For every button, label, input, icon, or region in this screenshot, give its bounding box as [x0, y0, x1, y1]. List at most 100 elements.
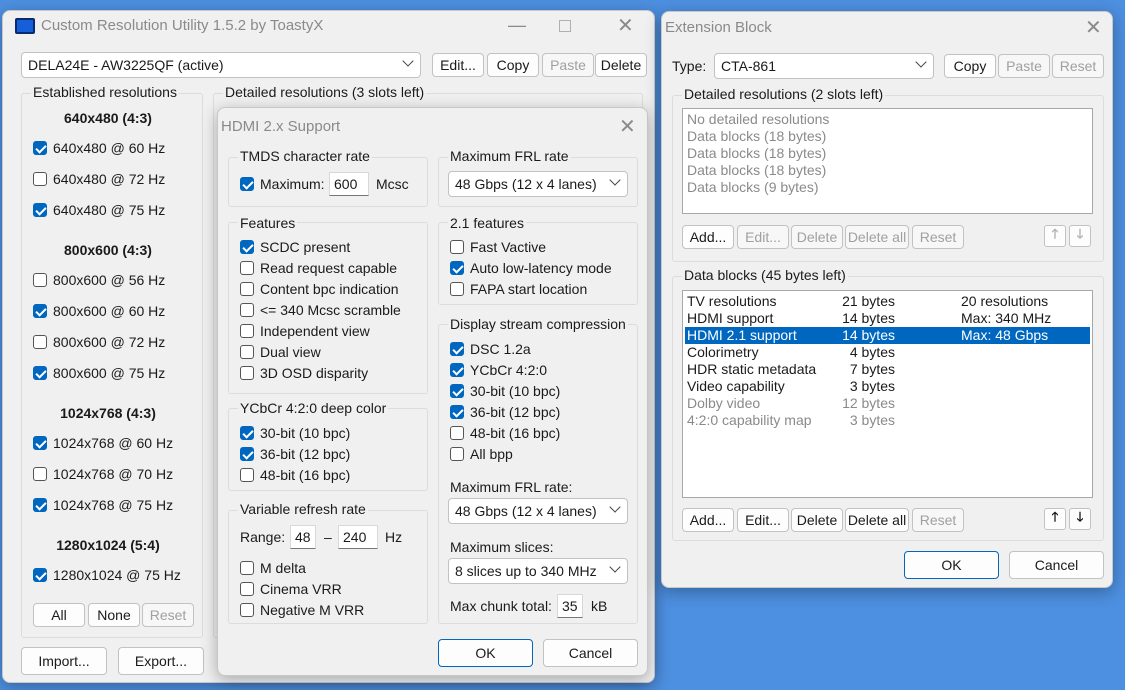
checkbox-box — [240, 561, 254, 575]
edit-button[interactable]: Edit... — [737, 225, 789, 249]
import-button[interactable]: Import... — [21, 647, 107, 675]
table-row[interactable]: Dolby video 12 bytes — [685, 395, 1090, 412]
delete-button[interactable]: Delete — [595, 53, 647, 77]
move-down-icon[interactable]: 🡓 — [1069, 508, 1091, 530]
move-up-icon[interactable]: 🡑 — [1044, 508, 1066, 530]
reset-button[interactable]: Reset — [912, 225, 964, 249]
type-select[interactable]: CTA-861 — [714, 53, 934, 79]
checkbox-box — [33, 335, 47, 349]
table-row[interactable]: HDR static metadata 7 bytes — [685, 361, 1090, 378]
data-blocks-list[interactable]: TV resolutions 21 bytes 20 resolutions HDMI… — [682, 290, 1093, 498]
vrr-checkbox[interactable]: Cinema VRR — [240, 580, 342, 598]
cancel-button[interactable]: Cancel — [543, 639, 638, 667]
checkbox-box — [450, 405, 464, 419]
resolution-checkbox[interactable]: 1024x768 @ 60 Hz — [33, 434, 173, 452]
list-item[interactable]: No detailed resolutions — [685, 111, 1090, 128]
deep-color-checkbox[interactable]: 30-bit (10 bpc) — [240, 424, 350, 442]
deep-color-checkbox[interactable]: 36-bit (12 bpc) — [240, 445, 350, 463]
resolution-checkbox[interactable]: 800x600 @ 60 Hz — [33, 302, 165, 320]
tmds-maximum-checkbox[interactable]: Maximum: — [240, 175, 325, 193]
features-checkbox[interactable]: Independent view — [240, 322, 370, 340]
features-checkbox[interactable]: Dual view — [240, 343, 321, 361]
ok-button[interactable]: OK — [438, 639, 533, 667]
features21-checkbox[interactable]: Auto low-latency mode — [450, 259, 612, 277]
dsc-checkbox[interactable]: 30-bit (10 bpc) — [450, 382, 560, 400]
dsc-checkbox[interactable]: DSC 1.2a — [450, 340, 531, 358]
copy-button[interactable]: Copy — [487, 53, 539, 77]
table-row[interactable]: HDMI support 14 bytes Max: 340 MHz — [685, 310, 1090, 327]
features-checkbox[interactable]: Content bpc indication — [240, 280, 399, 298]
none-button[interactable]: None — [88, 603, 140, 627]
checkbox-box — [450, 426, 464, 440]
resolution-checkbox[interactable]: 800x600 @ 75 Hz — [33, 364, 165, 382]
export-button[interactable]: Export... — [118, 647, 204, 675]
dsc-checkbox[interactable]: 48-bit (16 bpc) — [450, 424, 560, 442]
reset-button[interactable]: Reset — [142, 603, 194, 627]
vrr-checkbox[interactable]: M delta — [240, 559, 306, 577]
list-item[interactable]: Data blocks (18 bytes) — [685, 128, 1090, 145]
tmds-value-field[interactable]: 600 — [329, 172, 369, 196]
resolution-checkbox[interactable]: 640x480 @ 75 Hz — [33, 201, 165, 219]
dsc-frl-select[interactable]: 48 Gbps (12 x 4 lanes) — [448, 498, 628, 524]
dsc-checkbox[interactable]: All bpp — [450, 445, 513, 463]
list-item[interactable]: Data blocks (9 bytes) — [685, 179, 1090, 196]
delete-button[interactable]: Delete — [791, 225, 843, 249]
frl-select[interactable]: 48 Gbps (12 x 4 lanes) — [448, 171, 628, 197]
add-button[interactable]: Add... — [682, 225, 734, 249]
table-row[interactable]: TV resolutions 21 bytes 20 resolutions — [685, 293, 1090, 310]
ok-button[interactable]: OK — [904, 551, 999, 579]
vrr-max-field[interactable]: 240 — [338, 525, 378, 549]
dsc-chunk-field[interactable]: 35 — [557, 594, 583, 618]
checkbox-box — [240, 240, 254, 254]
move-down-icon[interactable]: 🡓 — [1069, 225, 1091, 247]
monitor-select[interactable]: DELA24E - AW3225QF (active) — [21, 52, 421, 78]
delete-button[interactable]: Delete — [791, 508, 843, 532]
resolution-checkbox[interactable]: 1024x768 @ 70 Hz — [33, 465, 173, 483]
checkbox-label: 36-bit (12 bpc) — [470, 404, 561, 420]
resolution-checkbox[interactable]: 1024x768 @ 75 Hz — [33, 496, 173, 514]
features21-checkbox[interactable]: Fast Vactive — [450, 238, 546, 256]
cancel-button[interactable]: Cancel — [1009, 551, 1104, 579]
reset-button[interactable]: Reset — [912, 508, 964, 532]
paste-button[interactable]: Paste — [998, 54, 1050, 78]
copy-button[interactable]: Copy — [944, 54, 996, 78]
resolution-checkbox[interactable]: 800x600 @ 72 Hz — [33, 333, 165, 351]
features-checkbox[interactable]: SCDC present — [240, 238, 350, 256]
close-icon[interactable]: ✕ — [619, 114, 636, 139]
move-up-icon[interactable]: 🡑 — [1044, 225, 1066, 247]
resolution-checkbox[interactable]: 640x480 @ 72 Hz — [33, 170, 165, 188]
features-checkbox[interactable]: Read request capable — [240, 259, 397, 277]
dsc-slices-select[interactable]: 8 slices up to 340 MHz — [448, 558, 628, 584]
features-checkbox[interactable]: <= 340 Mcsc scramble — [240, 301, 401, 319]
dsc-checkbox[interactable]: YCbCr 4:2:0 — [450, 361, 547, 379]
list-item[interactable]: Data blocks (18 bytes) — [685, 145, 1090, 162]
paste-button[interactable]: Paste — [542, 53, 594, 77]
add-button[interactable]: Add... — [682, 508, 734, 532]
deep-color-checkbox[interactable]: 48-bit (16 bpc) — [240, 466, 350, 484]
table-row[interactable]: Colorimetry 4 bytes — [685, 344, 1090, 361]
minimize-icon[interactable]: — — [508, 15, 526, 36]
all-button[interactable]: All — [33, 603, 85, 627]
detailed-list[interactable]: No detailed resolutions Data blocks (18 b… — [682, 108, 1093, 214]
delete-all-button[interactable]: Delete all — [845, 508, 909, 532]
edit-button[interactable]: Edit... — [737, 508, 789, 532]
features-checkbox[interactable]: 3D OSD disparity — [240, 364, 368, 382]
close-icon[interactable]: ✕ — [617, 13, 634, 38]
delete-all-button[interactable]: Delete all — [845, 225, 909, 249]
resolution-checkbox[interactable]: 800x600 @ 56 Hz — [33, 271, 165, 289]
table-row[interactable]: HDMI 2.1 support 14 bytes Max: 48 Gbps — [685, 327, 1090, 344]
table-row[interactable]: Video capability 3 bytes — [685, 378, 1090, 395]
vrr-checkbox[interactable]: Negative M VRR — [240, 601, 364, 619]
close-icon[interactable]: ✕ — [1085, 15, 1102, 40]
list-item[interactable]: Data blocks (18 bytes) — [685, 162, 1090, 179]
reset-button[interactable]: Reset — [1052, 54, 1104, 78]
maximize-icon[interactable] — [559, 20, 571, 32]
resolution-checkbox[interactable]: 640x480 @ 60 Hz — [33, 139, 165, 157]
vrr-min-field[interactable]: 48 — [290, 525, 316, 549]
features21-checkbox[interactable]: FAPA start location — [450, 280, 587, 298]
checkbox-box — [450, 261, 464, 275]
resolution-checkbox[interactable]: 1280x1024 @ 75 Hz — [33, 566, 181, 584]
dsc-checkbox[interactable]: 36-bit (12 bpc) — [450, 403, 560, 421]
table-row[interactable]: 4:2:0 capability map 3 bytes — [685, 412, 1090, 429]
edit-button[interactable]: Edit... — [432, 53, 484, 77]
